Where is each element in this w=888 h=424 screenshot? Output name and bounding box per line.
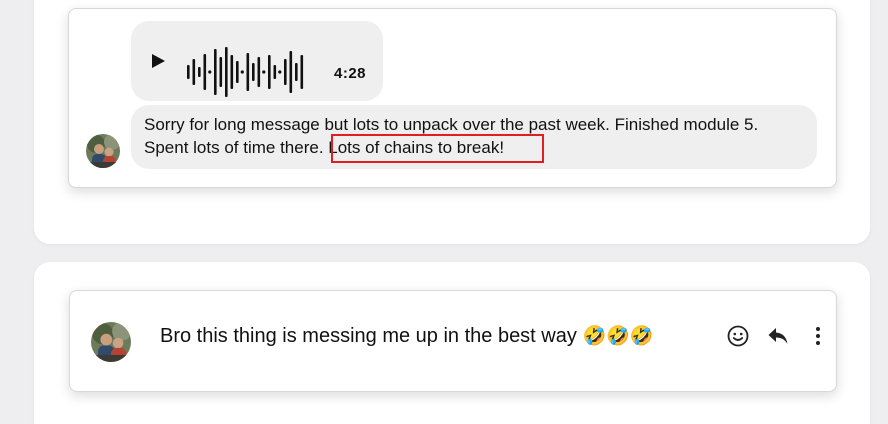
message-line-1: Sorry for long message but lots to unpac… <box>144 115 759 134</box>
reply-emojis: 🤣🤣🤣 <box>582 325 654 347</box>
text-message-bubble: Sorry for long message but lots to unpac… <box>131 105 817 169</box>
more-options-button[interactable] <box>804 322 832 350</box>
play-icon[interactable] <box>152 54 165 68</box>
avatar-photo-icon <box>91 322 131 362</box>
message-card: 4:28 Sorry for long message but lots to … <box>68 8 837 188</box>
avatar-photo-icon <box>86 134 120 168</box>
highlight-annotation-box <box>331 134 544 163</box>
reply-button[interactable] <box>764 322 792 350</box>
voice-duration: 4:28 <box>334 65 367 82</box>
reply-message-text: Bro this thing is messing me up in the b… <box>160 325 577 347</box>
message-line-2-text: Spent lots of time there. <box>144 138 324 157</box>
react-button[interactable] <box>724 322 752 350</box>
smiley-icon <box>727 325 749 347</box>
voice-message-bubble: 4:28 <box>131 21 383 101</box>
reply-message: Bro this thing is messing me up in the b… <box>160 323 653 349</box>
reply-arrow-icon <box>768 328 788 344</box>
avatar[interactable] <box>91 322 131 362</box>
message-thread-view: 4:28 Sorry for long message but lots to … <box>0 0 888 424</box>
avatar[interactable] <box>86 134 120 168</box>
more-vertical-icon <box>816 327 820 345</box>
waveform-icon[interactable] <box>185 45 313 99</box>
